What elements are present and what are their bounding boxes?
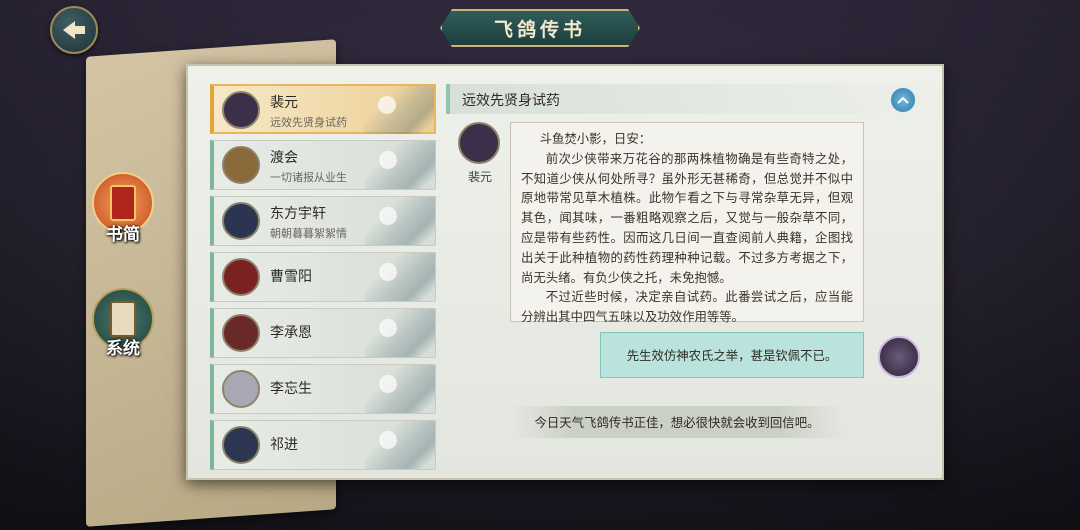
avatar xyxy=(222,258,260,296)
letter-message: 斗鱼焚小影，日安： 前次少侠带来万花谷的那两株植物确是有些奇特之处，不知道少侠从… xyxy=(510,122,864,324)
contact-item[interactable]: 祁进 xyxy=(210,420,436,470)
letter-paragraph: 前次少侠带来万花谷的那两株植物确是有些奇特之处，不知道少侠从何处所寻？虽外形无甚… xyxy=(521,150,853,285)
letter-paragraph: 斗鱼焚小影，日安： xyxy=(539,131,652,146)
contact-name: 李承恩 xyxy=(270,325,312,341)
moon-decoration xyxy=(379,151,397,169)
avatar xyxy=(222,146,260,184)
moon-decoration xyxy=(379,375,397,393)
scenery-decoration xyxy=(365,197,435,245)
contact-subtitle: 一切诸报从业生 xyxy=(270,171,347,184)
sender-name: 裴元 xyxy=(467,170,492,184)
moon-decoration xyxy=(379,431,397,449)
letter-paragraph: 不过近些时候，决定亲自试药。此番尝试之后，应当能分辨出其中四气五味以及功效作用等… xyxy=(521,289,853,325)
contact-item[interactable]: 渡会 一切诸报从业生 xyxy=(210,140,436,190)
reply-message: 先生效仿神农氏之举，甚是钦佩不已。 xyxy=(600,332,864,378)
moon-decoration xyxy=(379,207,397,225)
status-notice: 今日天气飞鸽传书正佳，想必很快就会收到回信吧。 xyxy=(510,406,844,438)
moon-decoration xyxy=(379,263,397,281)
back-button[interactable] xyxy=(50,6,98,54)
contact-name: 裴元 xyxy=(270,95,298,111)
side-tab-system[interactable]: 系统 xyxy=(92,288,154,359)
avatar xyxy=(222,370,260,408)
mail-panel: 裴元 远效先贤身试药 渡会 一切诸报从业生 东方宇轩 朝朝暮暮絮絮情 曹雪阳 李… xyxy=(186,64,944,480)
back-arrow-icon xyxy=(63,21,85,39)
chevron-up-icon xyxy=(897,96,909,104)
title-banner: 飞鸽传书 xyxy=(440,9,640,47)
collapse-button[interactable] xyxy=(890,87,916,113)
contact-list[interactable]: 裴元 远效先贤身试药 渡会 一切诸报从业生 东方宇轩 朝朝暮暮絮絮情 曹雪阳 李… xyxy=(210,84,436,472)
contact-name: 李忘生 xyxy=(270,381,312,397)
contact-name: 渡会 xyxy=(270,150,298,166)
contact-item[interactable]: 李忘生 xyxy=(210,364,436,414)
system-scroll-icon xyxy=(110,301,136,337)
side-tab-system-label: 系统 xyxy=(106,339,140,359)
scenery-decoration xyxy=(365,141,435,189)
player-avatar xyxy=(878,336,920,378)
moon-decoration xyxy=(378,96,396,114)
contact-subtitle: 朝朝暮暮絮絮情 xyxy=(270,227,347,240)
contact-subtitle: 远效先贤身试药 xyxy=(270,116,347,129)
avatar xyxy=(222,426,260,464)
contact-item[interactable]: 李承恩 xyxy=(210,308,436,358)
contact-item[interactable]: 裴元 远效先贤身试药 xyxy=(210,84,436,134)
contact-name: 曹雪阳 xyxy=(270,269,312,285)
scenery-decoration xyxy=(365,253,435,301)
reply-text: 先生效仿神农氏之举，甚是钦佩不已。 xyxy=(626,348,838,363)
scenery-decoration xyxy=(365,309,435,357)
scenery-decoration xyxy=(365,365,435,413)
conversation-title: 远效先贤身试药 xyxy=(462,93,560,109)
letter-scroll-icon xyxy=(110,185,136,221)
avatar xyxy=(222,202,260,240)
side-tab-letters[interactable]: 书简 xyxy=(92,172,154,245)
conversation-header: 远效先贤身试药 xyxy=(446,84,930,114)
notice-text: 今日天气飞鸽传书正佳，想必很快就会收到回信吧。 xyxy=(534,415,820,430)
avatar xyxy=(222,91,260,129)
contact-name: 祁进 xyxy=(270,437,298,453)
contact-item[interactable]: 东方宇轩 朝朝暮暮絮絮情 xyxy=(210,196,436,246)
avatar xyxy=(222,314,260,352)
scenery-decoration xyxy=(365,421,435,469)
contact-item[interactable]: 曹雪阳 xyxy=(210,252,436,302)
scenery-decoration xyxy=(364,86,434,134)
side-tab-letters-label: 书简 xyxy=(106,225,140,245)
moon-decoration xyxy=(379,319,397,337)
sender-avatar xyxy=(458,122,500,164)
contact-name: 东方宇轩 xyxy=(270,206,326,222)
page-title: 飞鸽传书 xyxy=(493,18,586,41)
